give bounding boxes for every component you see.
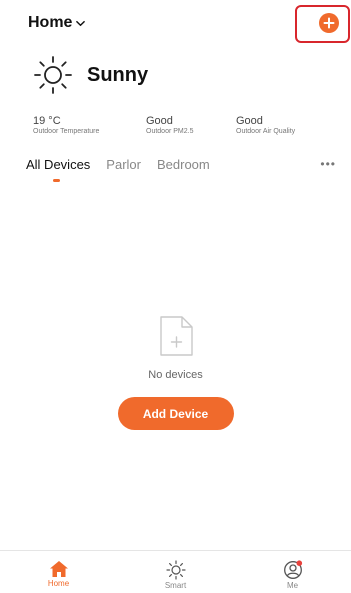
tabbar-label: Smart: [164, 581, 187, 590]
room-tabs: All Devices Parlor Bedroom •••: [26, 157, 346, 182]
stat-label: Outdoor PM2.5: [146, 128, 194, 135]
home-icon: [49, 561, 68, 577]
tab-parlor[interactable]: Parlor: [106, 157, 141, 172]
sun-icon: [34, 56, 72, 94]
stat-label: Outdoor Temperature: [33, 128, 100, 135]
tab-bedroom[interactable]: Bedroom: [157, 157, 210, 172]
plus-circle-icon: [323, 17, 335, 29]
tabbar-item-home[interactable]: Home: [0, 551, 117, 593]
bottom-tab-bar: Home Smart Me: [0, 550, 351, 593]
home-selector-label: Home: [28, 14, 73, 31]
tabbar-label: Me: [286, 581, 299, 590]
tabbar-item-me[interactable]: Me: [234, 551, 351, 593]
chevron-down-icon: [76, 20, 86, 26]
stat-value: Good: [236, 115, 263, 127]
ellipsis-icon[interactable]: •••: [320, 157, 336, 171]
home-selector[interactable]: Home: [28, 14, 86, 32]
add-button[interactable]: [319, 13, 339, 33]
stat-value: Good: [146, 115, 173, 127]
stat-label: Outdoor Air Quality: [236, 128, 296, 135]
header: Home: [0, 0, 351, 50]
stat-value: 19 °C: [33, 115, 61, 127]
tabbar-item-smart[interactable]: Smart: [117, 551, 234, 593]
stat-pm25: Good Outdoor PM2.5: [146, 115, 236, 136]
sun-icon: [165, 560, 186, 580]
tabbar-label: Home: [47, 579, 70, 588]
stat-temperature: 19 °C Outdoor Temperature: [33, 115, 146, 136]
user-profile-icon: [283, 560, 302, 579]
stat-air-quality: Good Outdoor Air Quality: [236, 115, 295, 136]
notification-badge: [296, 560, 302, 566]
empty-message: No devices: [148, 369, 203, 381]
weather-summary: Sunny: [33, 55, 148, 95]
empty-document-icon: [159, 316, 193, 356]
tab-all-devices[interactable]: All Devices: [26, 157, 90, 182]
weather-condition: Sunny: [87, 63, 149, 86]
weather-stats: 19 °C Outdoor Temperature Good Outdoor P…: [33, 115, 295, 136]
empty-state: No devices Add Device: [0, 315, 351, 430]
add-device-button[interactable]: Add Device: [117, 397, 234, 430]
